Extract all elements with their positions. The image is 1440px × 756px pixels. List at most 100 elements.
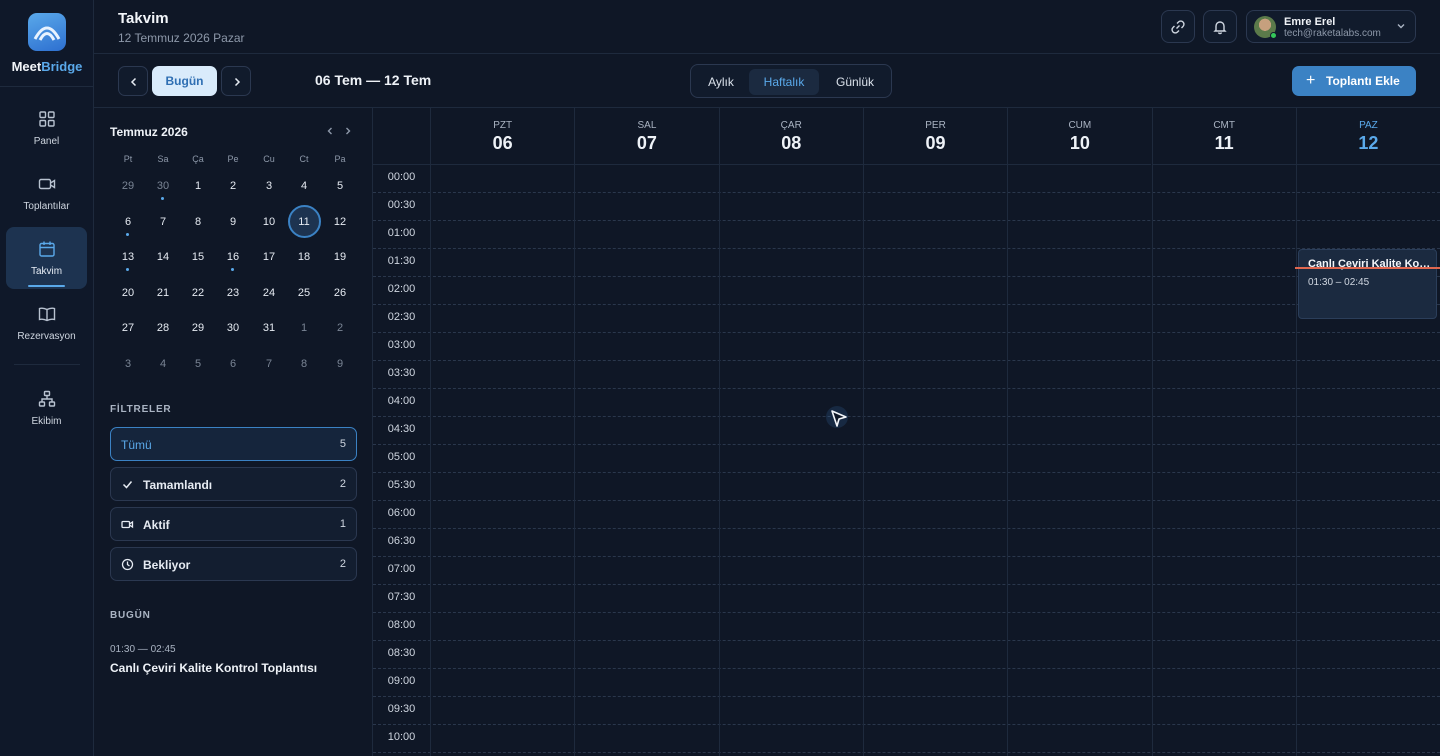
mini-calendar-day[interactable]: 2 <box>215 176 251 196</box>
mini-calendar-day[interactable]: 29 <box>180 318 216 338</box>
weekday-label: Pe <box>227 154 239 164</box>
mini-calendar-day[interactable]: 4 <box>145 354 181 374</box>
time-slot-line <box>373 724 1440 725</box>
user-menu[interactable]: Emre Erel tech@raketalabs.com <box>1246 10 1416 43</box>
mini-calendar-day[interactable]: 6 <box>215 354 251 374</box>
mini-calendar-day[interactable]: 4 <box>286 176 322 196</box>
day-column-header[interactable]: CMT 11 <box>1151 108 1296 165</box>
nav-item-ekibim[interactable]: Ekibim <box>6 377 87 439</box>
nav-item-toplantilar[interactable]: Toplantılar <box>6 162 87 224</box>
mini-calendar-day[interactable]: 13 <box>110 247 146 271</box>
mini-calendar-day[interactable]: 19 <box>322 247 358 267</box>
video-icon <box>38 178 56 190</box>
mini-calendar-day[interactable]: 30 <box>145 176 181 200</box>
mini-calendar-day[interactable]: 25 <box>286 283 322 303</box>
mini-calendar-day[interactable]: 15 <box>180 247 216 267</box>
event-dot <box>161 197 164 200</box>
day-number: 9 <box>336 357 344 370</box>
filter-label: Tümü <box>121 438 152 452</box>
day-column-header[interactable]: PER 09 <box>862 108 1008 165</box>
view-daily-tab[interactable]: Günlük <box>823 69 887 95</box>
day-column-header[interactable]: PAZ 12 <box>1295 108 1440 165</box>
day-column-header[interactable]: SAL 07 <box>574 108 719 165</box>
mini-calendar-day[interactable]: 24 <box>251 283 287 303</box>
mini-calendar-day[interactable]: 8 <box>180 212 216 232</box>
mini-calendar-day[interactable]: 9 <box>322 354 358 374</box>
mini-calendar-day[interactable]: 1 <box>286 318 322 338</box>
mini-calendar-prev-icon[interactable] <box>325 126 335 136</box>
day-number: 5 <box>336 180 344 192</box>
filter-label: Bekliyor <box>143 558 191 572</box>
mini-calendar-day[interactable]: 27 <box>110 318 146 338</box>
mini-calendar-day[interactable]: 1 <box>180 176 216 196</box>
mini-calendar-day[interactable]: 17 <box>251 247 287 267</box>
add-meeting-button[interactable]: + Toplantı Ekle <box>1292 66 1416 96</box>
mini-calendar-day[interactable]: 9 <box>215 212 251 232</box>
time-label: 00:00 <box>387 171 416 183</box>
today-button[interactable]: Bugün <box>152 66 217 96</box>
mini-calendar-next-icon[interactable] <box>343 126 353 136</box>
mini-calendar-day[interactable]: 3 <box>251 176 287 196</box>
day-number: 1 <box>194 180 202 192</box>
mini-calendar-day[interactable]: 8 <box>286 354 322 374</box>
filter-active[interactable]: Aktif 1 <box>110 507 357 541</box>
app: MeetBridge Panel Toplantılar Takvim Reze… <box>0 0 1440 756</box>
notifications-button[interactable] <box>1203 10 1237 43</box>
mini-calendar-day[interactable]: 2 <box>322 318 358 338</box>
day-name: PER <box>925 120 946 131</box>
nav-item-takvim[interactable]: Takvim <box>6 227 87 289</box>
previous-week-button[interactable] <box>118 66 148 96</box>
mini-calendar-day[interactable]: 16 <box>215 247 251 271</box>
mini-calendar-day[interactable]: 12 <box>322 212 358 232</box>
mini-calendar-day[interactable]: 23 <box>215 283 251 303</box>
mini-calendar-day[interactable]: 3 <box>110 354 146 374</box>
day-number: 22 <box>191 286 205 299</box>
user-email: tech@raketalabs.com <box>1284 28 1381 39</box>
mini-calendar-day[interactable]: 20 <box>110 283 146 303</box>
filter-count: 2 <box>339 558 346 570</box>
mini-calendar-day[interactable]: 7 <box>251 354 287 374</box>
mini-calendar-day[interactable]: 10 <box>251 212 287 232</box>
current-time-indicator <box>1295 267 1440 269</box>
time-slot-line <box>373 752 1440 753</box>
mini-calendar-day[interactable]: 6 <box>110 212 146 236</box>
time-label: 10:00 <box>387 731 416 743</box>
day-column-header[interactable]: PZT 06 <box>430 108 575 165</box>
mini-calendar-day[interactable]: 18 <box>286 247 322 267</box>
event-time: 01:30 – 02:45 <box>1308 277 1370 288</box>
filter-completed[interactable]: Tamamlandı 2 <box>110 467 357 501</box>
nav-item-panel[interactable]: Panel <box>6 97 87 159</box>
copy-link-button[interactable] <box>1161 10 1195 43</box>
nav-item-rezervasyon[interactable]: Rezervasyon <box>6 292 87 354</box>
calendar-event[interactable]: Canlı Çeviri Kalite Kontrol Toplantısı 0… <box>1298 249 1437 319</box>
mini-calendar-day[interactable]: 29 <box>110 176 146 196</box>
view-weekly-tab[interactable]: Haftalık <box>749 69 819 95</box>
mini-calendar-day[interactable]: 26 <box>322 283 358 303</box>
today-meeting-name[interactable]: Canlı Çeviri Kalite Kontrol Toplantısı <box>110 661 317 675</box>
day-number: 30 <box>226 322 240 334</box>
mini-calendar-day[interactable]: 5 <box>322 176 358 196</box>
day-name: ÇAR <box>780 120 802 131</box>
day-column-header[interactable]: CUM 10 <box>1007 108 1152 165</box>
mini-calendar-day[interactable]: 31 <box>251 318 287 338</box>
day-name: PZT <box>493 120 513 131</box>
mini-calendar-day[interactable]: 11 <box>286 212 322 232</box>
mini-calendar-day[interactable]: 5 <box>180 354 216 374</box>
mini-calendar-day[interactable]: 22 <box>180 283 216 303</box>
mini-calendar-day[interactable]: 30 <box>215 318 251 338</box>
mini-calendar-day[interactable]: 14 <box>145 247 181 267</box>
app-logo[interactable] <box>28 13 66 51</box>
time-slot-line <box>373 668 1440 669</box>
filter-pending[interactable]: Bekliyor 2 <box>110 547 357 581</box>
filter-all[interactable]: Tümü 5 <box>110 427 357 461</box>
day-column-header[interactable]: ÇAR 08 <box>718 108 863 165</box>
day-number: 8 <box>300 357 308 370</box>
day-number: 7 <box>265 357 273 370</box>
time-slot-line <box>373 696 1440 697</box>
mini-calendar-day[interactable]: 21 <box>145 283 181 303</box>
view-monthly-tab[interactable]: Aylık <box>697 69 745 95</box>
mini-calendar-day[interactable]: 7 <box>145 212 181 232</box>
time-label: 02:00 <box>387 283 416 295</box>
mini-calendar-day[interactable]: 28 <box>145 318 181 338</box>
next-week-button[interactable] <box>221 66 251 96</box>
